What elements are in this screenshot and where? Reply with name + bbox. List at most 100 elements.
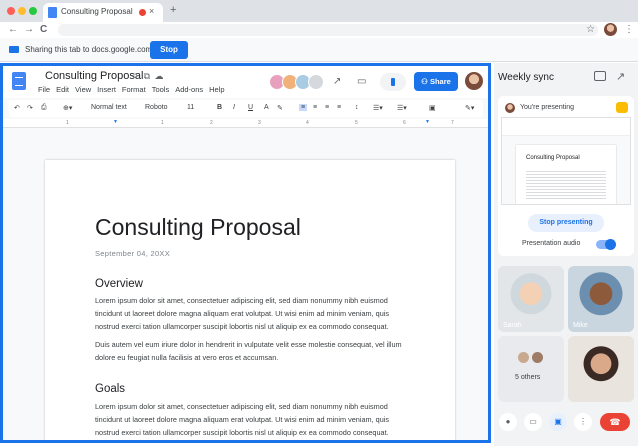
others-avatar [518,352,529,363]
ruler-mark: 7 [451,120,454,126]
browser-menu-icon[interactable]: ⋮ [624,22,634,37]
italic-icon[interactable]: I [233,104,235,111]
tab-sharing-bar: Sharing this tab to docs.google.com Stop [0,38,638,62]
present-indicator-icon [616,102,628,113]
window-close-dot[interactable] [7,7,15,15]
doc-user-avatar[interactable] [465,72,483,90]
share-button-label: Share [429,77,451,86]
participant-name: Mike [573,322,588,329]
bookmark-star-icon[interactable]: ☆ [586,22,595,37]
others-count: 5 others [515,374,541,381]
image-icon[interactable]: ▣ [429,104,436,112]
activity-trend-icon[interactable]: ↗ [333,76,341,87]
preview-page: Consulting Proposal [516,145,616,204]
presentation-preview: Consulting Proposal [501,117,631,205]
justify-icon[interactable]: ≡ [337,104,341,111]
microphone-icon[interactable]: ● [499,413,517,431]
participant-tile[interactable] [568,336,634,402]
docs-logo-icon[interactable] [12,72,26,90]
back-icon[interactable]: ← [8,22,18,37]
line-spacing-icon[interactable]: ↕ [355,104,359,111]
window-maximize-dot[interactable] [29,7,37,15]
meeting-title: Weekly sync [498,72,554,83]
comments-icon[interactable]: ▭ [357,76,366,87]
tab-close-icon[interactable]: × [149,6,154,16]
font-size-select[interactable]: 11 [187,104,194,111]
screen-share-icon [9,46,19,53]
omnibox[interactable] [58,24,598,36]
tab-title: Consulting Proposal [61,7,133,16]
section-heading: Overview [95,278,143,290]
camera-icon[interactable]: ▭ [524,413,542,431]
picture-in-picture-icon[interactable] [594,71,606,81]
end-call-button[interactable]: ☎ [600,413,630,431]
meet-call-pill[interactable] [380,73,406,91]
ruler-mark: 6 [403,120,406,126]
formatting-toolbar: ↶ ↷ ⎙ ⊕▾ Normal text Roboto 11 B I U A ✎… [9,100,483,117]
left-indent-marker-icon[interactable]: ▼ [113,119,118,125]
right-indent-marker-icon[interactable]: ▼ [425,119,430,125]
menu-addons[interactable]: Add-ons [175,85,203,94]
underline-icon[interactable]: U [248,104,253,111]
more-options-icon[interactable]: ⋮ [574,413,592,431]
font-select[interactable]: Roboto [145,104,168,111]
menu-help[interactable]: Help [209,85,224,94]
highlight-icon[interactable]: ✎ [277,104,283,112]
paragraph: Duis autem vel eum iriure dolor in hendr… [95,340,402,362]
bulleted-list-icon[interactable]: ☰▾ [397,104,407,112]
collaborator-avatar[interactable] [308,74,324,90]
new-tab-icon[interactable]: + [170,4,176,16]
redo-icon[interactable]: ↷ [27,104,33,112]
text-color-icon[interactable]: A [264,104,269,111]
ruler-mark: 1 [66,120,69,126]
address-bar-row: ← → C ☆ ⋮ [0,22,638,38]
browser-tab[interactable]: Consulting Proposal × [43,3,163,22]
editing-mode-icon[interactable]: ✎▾ [465,104,474,112]
document-date: September 04, 20XX [95,249,171,258]
align-right-icon[interactable]: ≡ [325,104,329,111]
docs-menu-bar: File Edit View Insert Format Tools Add-o… [38,85,225,94]
menu-file[interactable]: File [38,85,50,94]
ruler[interactable]: 1 ▼ 1 2 3 4 5 6 ▼ 7 [3,119,488,128]
stop-sharing-button[interactable]: Stop [150,41,188,59]
self-avatar [505,103,515,113]
present-screen-icon[interactable]: ▣ [549,413,567,431]
meet-side-panel: Weekly sync ↗ You're presenting Consulti… [494,63,638,446]
title-action-icons[interactable]: ☆ ⧉ ☁ [131,71,165,82]
menu-edit[interactable]: Edit [56,85,69,94]
menu-view[interactable]: View [75,85,91,94]
document-page[interactable]: Consulting Proposal September 04, 20XX O… [45,160,455,440]
others-tile[interactable]: 5 others [498,336,564,402]
menu-tools[interactable]: Tools [152,85,170,94]
align-left-icon[interactable]: ≡ [299,104,308,111]
shared-tab-frame: Consulting Proposal ☆ ⧉ ☁ File Edit View… [0,63,491,443]
profile-avatar[interactable] [604,23,617,36]
document-title[interactable]: Consulting Proposal [45,70,143,82]
forward-icon[interactable]: → [24,22,34,37]
presentation-audio-toggle[interactable] [596,239,616,250]
align-center-icon[interactable]: ≡ [313,104,317,111]
participant-tile[interactable]: Mike [568,266,634,332]
menu-format[interactable]: Format [122,85,146,94]
style-select[interactable]: Normal text [91,104,127,111]
stop-presenting-button[interactable]: Stop presenting [528,214,604,232]
participant-tile[interactable]: Sarah [498,266,564,332]
reload-icon[interactable]: C [40,22,47,37]
window-minimize-dot[interactable] [18,7,26,15]
bold-icon[interactable]: B [217,104,222,111]
zoom-icon[interactable]: ⊕▾ [63,104,72,112]
sharing-status-text: Sharing this tab to docs.google.com [25,45,153,54]
participant-name: Sarah [503,322,522,329]
undo-icon[interactable]: ↶ [14,104,20,112]
menu-insert[interactable]: Insert [97,85,116,94]
section-heading: Goals [95,383,126,395]
print-icon[interactable]: ⎙ [41,104,47,112]
ruler-mark: 1 [161,120,164,126]
preview-text-lines [526,169,606,199]
open-external-icon[interactable]: ↗ [616,70,625,83]
paragraph: Lorem ipsum dolor sit amet, consectetuer… [95,402,390,437]
checklist-icon[interactable]: ☰▾ [373,104,383,112]
ruler-mark: 3 [258,120,261,126]
ruler-mark: 2 [210,120,213,126]
docs-share-button[interactable]: ⚇ Share [414,72,458,91]
